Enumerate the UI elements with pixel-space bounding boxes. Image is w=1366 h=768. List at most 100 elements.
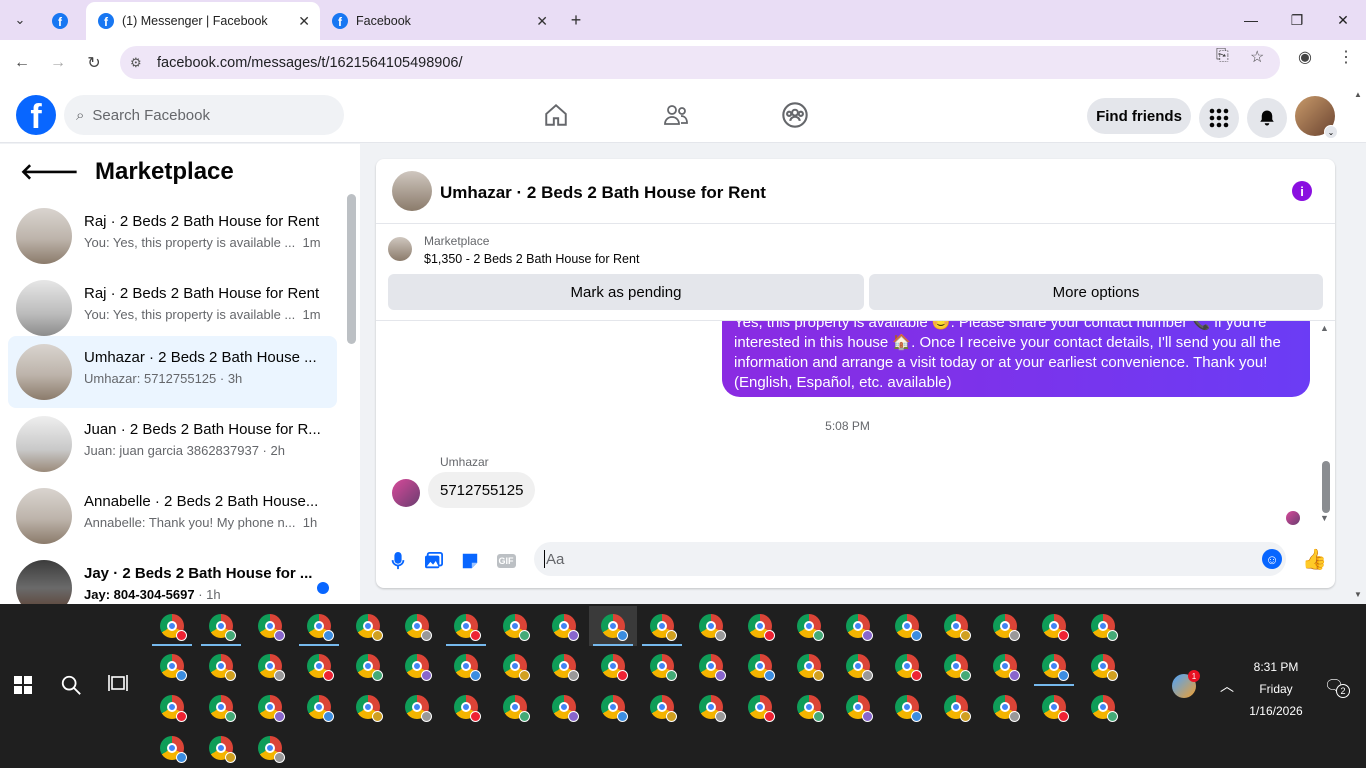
chrome-window-icon[interactable] (846, 654, 873, 681)
pinned-facebook-tab[interactable]: f (40, 2, 80, 40)
taskbar-search-icon[interactable] (60, 674, 82, 702)
address-bar[interactable]: ⚙ facebook.com/messages/t/16215641054989… (120, 46, 1280, 79)
chrome-window-icon[interactable] (503, 654, 530, 681)
account-avatar[interactable]: ⌄ (1295, 96, 1338, 139)
conversation-item[interactable]: Juan · 2 Beds 2 Bath House for R... Juan… (8, 408, 337, 480)
mark-as-pending-button[interactable]: Mark as pending (388, 274, 864, 310)
chat-avatar[interactable] (392, 171, 432, 211)
more-options-button[interactable]: More options (869, 274, 1323, 310)
restore-icon[interactable]: ❐ (1274, 0, 1320, 40)
chrome-window-icon[interactable] (356, 695, 383, 722)
chrome-window-icon[interactable] (503, 614, 530, 641)
chrome-window-icon[interactable] (552, 695, 579, 722)
chrome-window-icon[interactable] (307, 695, 334, 722)
chrome-window-icon[interactable] (895, 614, 922, 641)
back-arrow-icon[interactable]: 🡐 (20, 159, 79, 185)
chrome-window-icon[interactable] (258, 614, 285, 641)
close-tab-icon[interactable]: ✕ (536, 13, 548, 30)
incoming-message-bubble[interactable]: 5712755125 (428, 472, 536, 508)
chrome-window-icon[interactable] (454, 695, 481, 722)
site-info-icon[interactable]: ⚙ (130, 55, 150, 71)
message-input[interactable]: Aa (534, 542, 1286, 576)
chrome-window-icon[interactable] (699, 695, 726, 722)
notifications-bell-icon[interactable] (1247, 98, 1287, 138)
chrome-window-icon[interactable] (699, 654, 726, 681)
chrome-window-icon[interactable] (454, 654, 481, 681)
chrome-window-icon[interactable] (160, 614, 187, 641)
minimize-icon[interactable]: — (1228, 0, 1274, 40)
conversation-item-selected[interactable]: Umhazar · 2 Beds 2 Bath House ... Umhaza… (8, 336, 337, 408)
listing-title[interactable]: $1,350 - 2 Beds 2 Bath House for Rent (424, 252, 639, 266)
chrome-window-icon[interactable] (797, 654, 824, 681)
thread-scrollbar[interactable] (1322, 461, 1330, 513)
scroll-down-icon[interactable]: ▼ (1320, 513, 1329, 523)
friends-icon[interactable] (660, 99, 692, 131)
chrome-window-icon[interactable] (258, 736, 285, 763)
chrome-window-icon[interactable] (209, 654, 236, 681)
chrome-window-icon[interactable] (209, 695, 236, 722)
chrome-window-icon[interactable] (748, 614, 775, 641)
chrome-window-icon[interactable] (1042, 654, 1069, 681)
chrome-window-icon[interactable] (160, 654, 187, 681)
chrome-window-icon[interactable] (356, 614, 383, 641)
chrome-window-icon[interactable] (1042, 695, 1069, 722)
chrome-window-icon[interactable] (650, 695, 677, 722)
chrome-window-icon[interactable] (552, 614, 579, 641)
windows-start-icon[interactable] (14, 676, 32, 699)
close-window-icon[interactable]: ✕ (1320, 0, 1366, 40)
action-center-icon[interactable]: 🗨 2 (1324, 676, 1350, 698)
task-view-icon[interactable] (108, 674, 128, 697)
chrome-window-icon[interactable] (944, 695, 971, 722)
profile-icon[interactable]: ◉ (1298, 47, 1312, 67)
sidebar-scrollbar[interactable] (347, 194, 356, 344)
gif-icon[interactable]: GIF (494, 550, 518, 572)
chrome-window-icon[interactable] (895, 695, 922, 722)
info-icon[interactable]: i (1292, 181, 1312, 201)
chrome-window-icon[interactable] (1042, 614, 1069, 641)
chrome-window-icon[interactable] (895, 654, 922, 681)
chrome-window-icon[interactable] (650, 654, 677, 681)
chrome-window-icon[interactable] (1091, 695, 1118, 722)
microphone-icon[interactable] (387, 550, 409, 572)
chrome-window-icon[interactable] (797, 695, 824, 722)
conversation-item[interactable]: Raj · 2 Beds 2 Bath House for Rent You: … (8, 272, 337, 344)
conversation-item[interactable]: Raj · 2 Beds 2 Bath House for Rent You: … (8, 200, 337, 272)
chrome-window-icon[interactable] (601, 614, 628, 641)
chrome-window-icon[interactable] (258, 695, 285, 722)
chrome-window-icon[interactable] (993, 695, 1020, 722)
forward-icon[interactable]: → (45, 50, 71, 76)
chrome-window-icon[interactable] (748, 654, 775, 681)
chrome-window-icon[interactable] (601, 654, 628, 681)
chrome-window-icon[interactable] (356, 654, 383, 681)
groups-icon[interactable] (779, 99, 811, 131)
chrome-window-icon[interactable] (993, 654, 1020, 681)
chrome-window-icon[interactable] (503, 695, 530, 722)
chrome-window-icon[interactable] (1091, 614, 1118, 641)
chrome-window-icon[interactable] (1091, 654, 1118, 681)
chrome-window-icon[interactable] (405, 695, 432, 722)
conversation-item[interactable]: Annabelle · 2 Beds 2 Bath House... Annab… (8, 480, 337, 552)
taskbar-clock[interactable]: 8:31 PM Friday 1/16/2026 (1240, 656, 1312, 722)
facebook-logo-icon[interactable]: f (16, 95, 56, 135)
search-input[interactable]: ⌕ Search Facebook (64, 95, 344, 135)
outgoing-message-bubble[interactable]: Yes, this property is available 😊. Pleas… (722, 321, 1310, 397)
chrome-window-icon[interactable] (846, 614, 873, 641)
find-friends-button[interactable]: Find friends (1087, 98, 1191, 134)
chrome-window-icon[interactable] (160, 695, 187, 722)
page-scroll-down-icon[interactable]: ▼ (1354, 590, 1362, 599)
install-app-icon[interactable]: ⎘ (1216, 47, 1229, 65)
home-icon[interactable] (540, 99, 572, 131)
chrome-window-icon[interactable] (699, 614, 726, 641)
chrome-window-icon[interactable] (209, 614, 236, 641)
chat-title[interactable]: Umhazar · 2 Beds 2 Bath House for Rent (440, 183, 766, 203)
listing-thumbnail[interactable] (388, 237, 412, 261)
chrome-window-icon[interactable] (748, 695, 775, 722)
chrome-window-icon[interactable] (944, 654, 971, 681)
chrome-window-icon[interactable] (209, 736, 236, 763)
page-scroll-up-icon[interactable]: ▲ (1354, 90, 1362, 99)
tab-search-chevron-icon[interactable]: ⌄ (8, 8, 32, 32)
new-tab-button[interactable]: + (564, 8, 588, 32)
sticker-icon[interactable] (459, 550, 481, 572)
chrome-window-icon[interactable] (601, 695, 628, 722)
browser-menu-icon[interactable]: ⋮ (1338, 47, 1354, 67)
